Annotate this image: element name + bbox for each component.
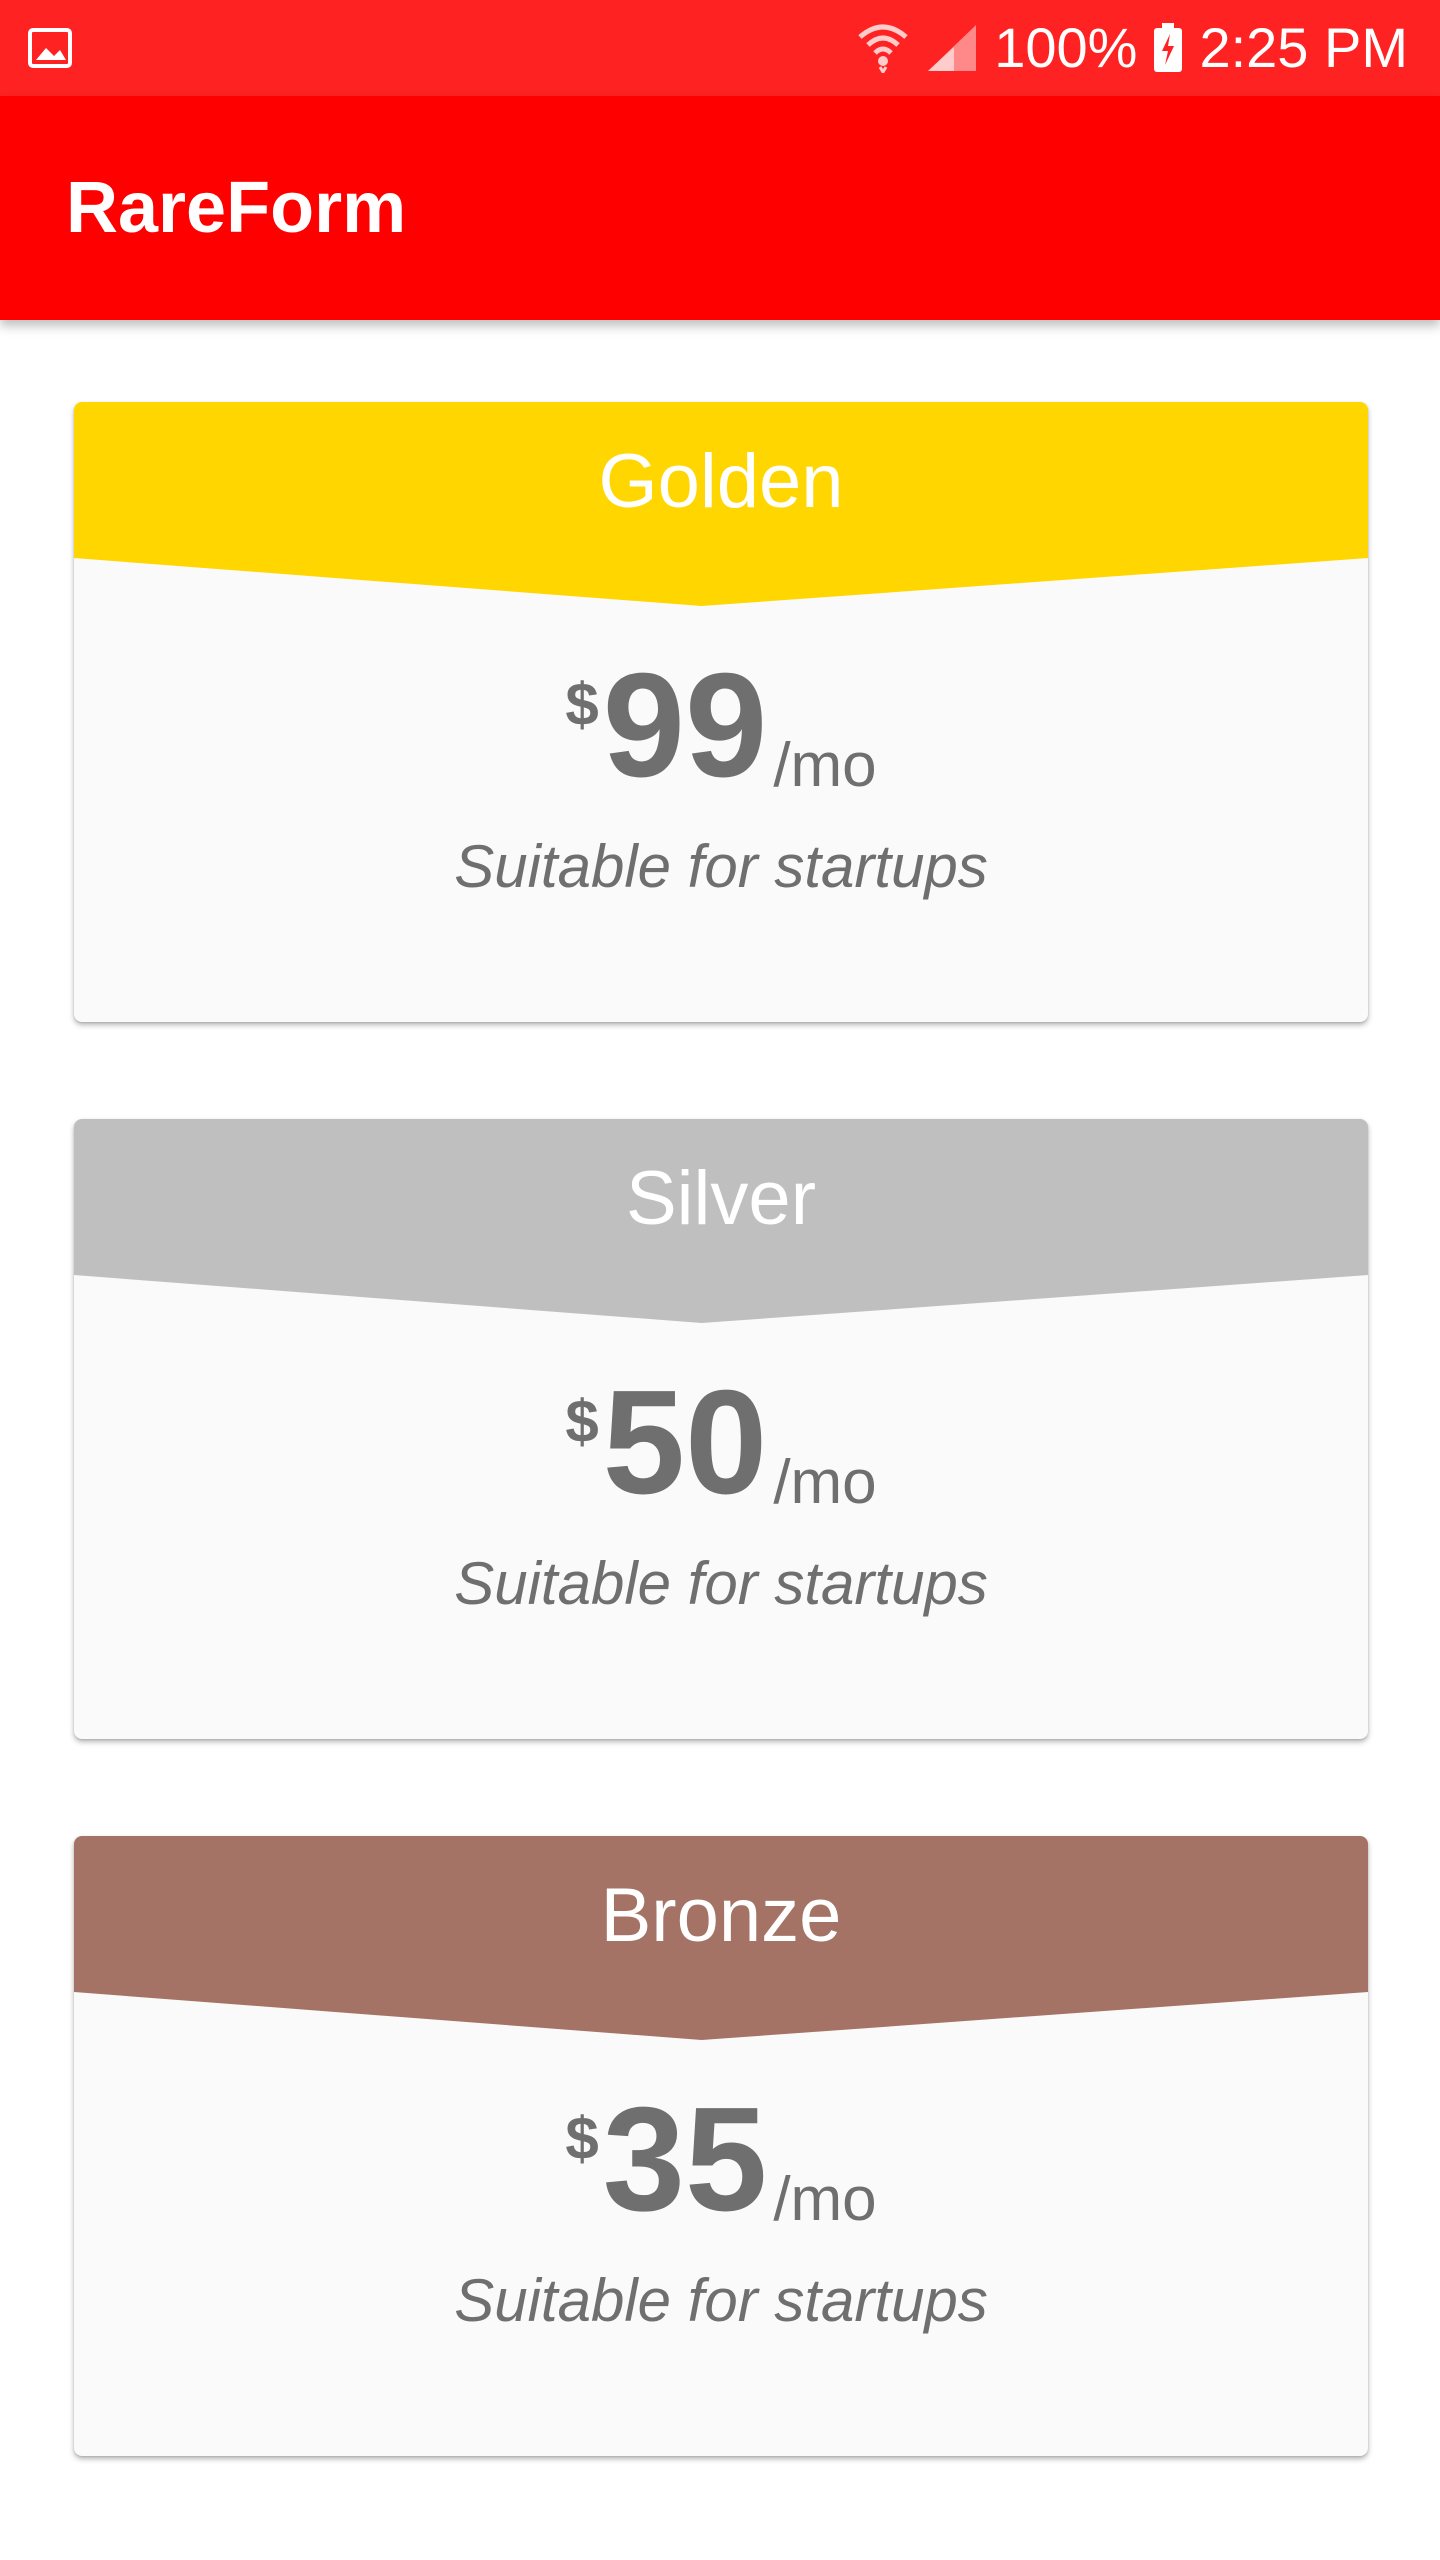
status-time: 2:25 PM (1199, 16, 1408, 79)
plan-header: Golden (74, 402, 1368, 606)
plan-description: Suitable for startups (454, 833, 988, 900)
gallery-icon (28, 28, 72, 68)
price-amount: 50 (602, 1360, 768, 1525)
plan-header: Silver (74, 1119, 1368, 1323)
plan-name: Golden (598, 439, 844, 524)
plan-card-bronze[interactable]: Bronze $ 35 /mo Suitable for startups (74, 1836, 1368, 2456)
price-period: /mo (773, 1448, 877, 1517)
battery-charging-icon (1154, 23, 1183, 72)
price-amount: 35 (602, 2077, 768, 2242)
price-period: /mo (773, 2165, 877, 2234)
wifi-icon (858, 24, 908, 73)
price-period: /mo (773, 731, 877, 800)
app-title: RareForm (66, 168, 407, 248)
plan-description: Suitable for startups (454, 1550, 988, 1617)
battery-percent: 100% (994, 16, 1138, 79)
signal-icon (928, 25, 977, 71)
plan-name: Silver (625, 1156, 817, 1241)
plan-name: Bronze (600, 1873, 842, 1958)
plan-description: Suitable for startups (454, 2267, 988, 2334)
price: $ 99 /mo (74, 652, 1368, 801)
price-amount: 99 (602, 643, 768, 808)
price: $ 50 /mo (74, 1369, 1368, 1518)
price-currency: $ (565, 1388, 599, 1455)
plan-card-golden[interactable]: Golden $ 99 /mo Suitable for startups (74, 402, 1368, 1022)
plan-card-silver[interactable]: Silver $ 50 /mo Suitable for startups (74, 1119, 1368, 1739)
price: $ 35 /mo (74, 2086, 1368, 2235)
price-currency: $ (565, 671, 599, 738)
app-bar: RareForm (0, 96, 1440, 320)
status-bar: 100% 2:25 PM (0, 0, 1440, 96)
plan-header: Bronze (74, 1836, 1368, 2040)
price-currency: $ (565, 2105, 599, 2172)
